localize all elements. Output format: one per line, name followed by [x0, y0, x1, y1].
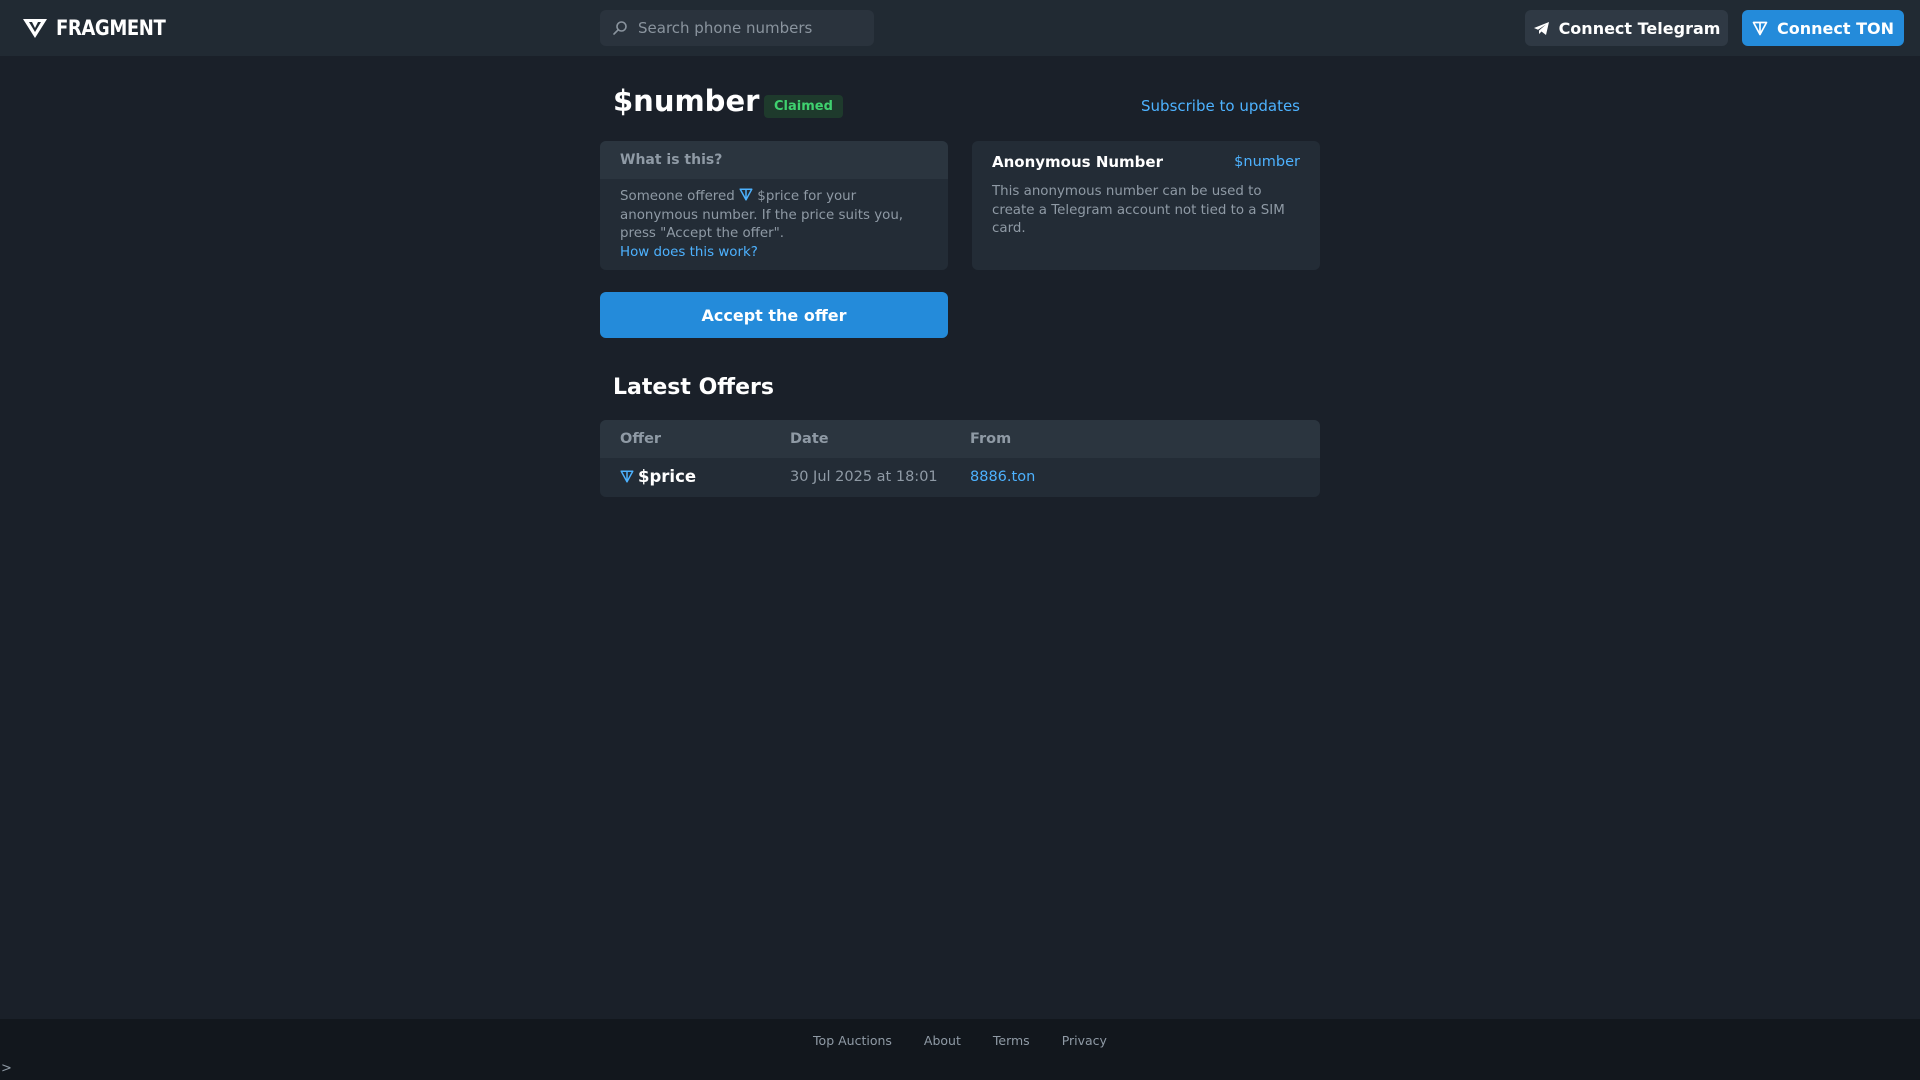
footer-link-top-auctions[interactable]: Top Auctions [813, 1033, 892, 1048]
what-is-this-heading: What is this? [600, 141, 948, 179]
offer-date: 30 Jul 2025 at 18:01 [790, 469, 938, 485]
anonymous-number-title: Anonymous Number [992, 153, 1163, 171]
connect-ton-label: Connect TON [1777, 18, 1894, 38]
accept-offer-button[interactable]: Accept the offer [600, 292, 948, 338]
footer-link-privacy[interactable]: Privacy [1062, 1033, 1107, 1048]
table-row[interactable]: $price 30 Jul 2025 at 18:01 8886.ton [600, 458, 1320, 497]
top-bar: FRAGMENT Connect Telegram Connect TON [0, 0, 1920, 56]
column-header-from: From [970, 431, 1012, 447]
footer-links: Top Auctions About Terms Privacy [0, 1033, 1920, 1048]
column-header-date: Date [790, 431, 829, 447]
logo[interactable]: FRAGMENT [22, 16, 183, 40]
connect-ton-button[interactable]: Connect TON [1742, 10, 1904, 46]
anonymous-number-description: This anonymous number can be used to cre… [992, 184, 1285, 236]
offer-text-start: Someone offered [620, 189, 735, 204]
how-does-this-work-link[interactable]: How does this work? [620, 245, 758, 260]
offer-from-link[interactable]: 8886.ton [970, 469, 1035, 485]
ton-icon [739, 188, 753, 201]
column-header-offer: Offer [620, 431, 662, 447]
page-title: $number [613, 84, 760, 118]
what-is-this-card: What is this? Someone offered $price for… [600, 141, 948, 270]
logo-text: FRAGMENT [56, 16, 166, 40]
latest-offers-title: Latest Offers [613, 375, 774, 400]
what-is-this-text: Someone offered $price for your anonymou… [600, 179, 948, 270]
anonymous-number-card: Anonymous Number $number This anonymous … [972, 141, 1320, 270]
search-icon [613, 21, 627, 35]
ton-icon [620, 470, 634, 483]
anonymous-number-header: Anonymous Number $number [992, 153, 1300, 171]
ton-icon [1752, 21, 1768, 35]
anonymous-number-value[interactable]: $number [1234, 154, 1300, 170]
connect-telegram-button[interactable]: Connect Telegram [1525, 10, 1728, 46]
footer: Top Auctions About Terms Privacy [0, 1019, 1920, 1080]
subscribe-link[interactable]: Subscribe to updates [1141, 97, 1300, 115]
connect-telegram-label: Connect Telegram [1558, 18, 1721, 38]
offer-price-value: $price [638, 467, 697, 486]
table-header: Offer Date From [600, 420, 1320, 458]
status-badge: Claimed [764, 95, 843, 118]
footer-link-about[interactable]: About [924, 1033, 961, 1048]
fragment-logo-icon [23, 19, 47, 38]
footer-link-terms[interactable]: Terms [993, 1033, 1030, 1048]
offer-price: $price [620, 467, 696, 486]
offers-table: Offer Date From $price 30 Jul 2025 at 18… [600, 420, 1320, 497]
telegram-plane-icon [1533, 21, 1549, 35]
search-input[interactable] [638, 13, 868, 43]
search-box[interactable] [600, 10, 874, 46]
console-prompt: > [1, 1061, 12, 1076]
